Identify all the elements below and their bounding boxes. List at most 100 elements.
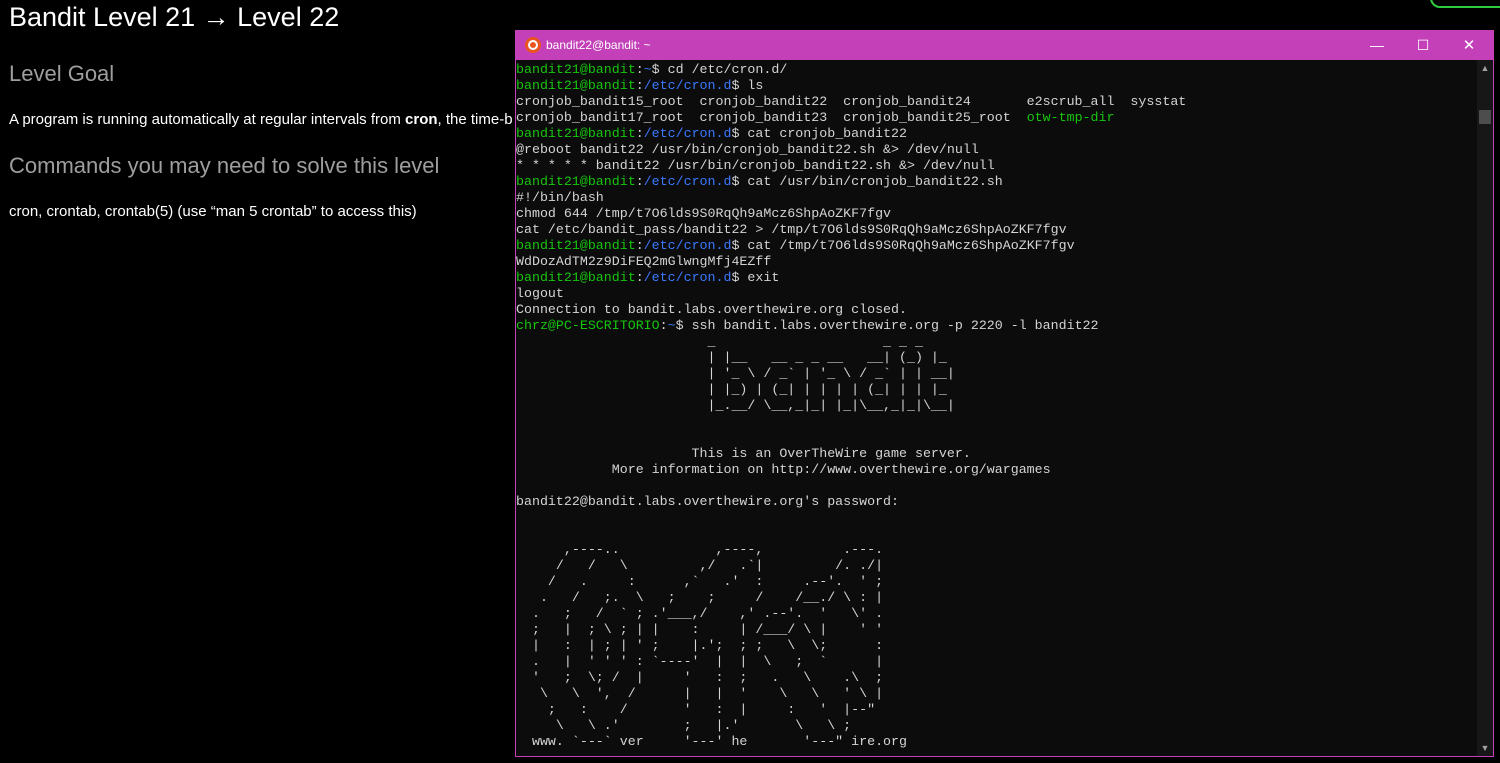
terminal-line: bandit22@bandit.labs.overthewire.org's p… xyxy=(516,494,1478,510)
terminal-line: #!/bin/bash xyxy=(516,190,1478,206)
prompt-path: /etc/cron.d xyxy=(643,126,732,141)
terminal-text: Connection to bandit.labs.overthewire.or… xyxy=(516,302,907,317)
corner-button[interactable] xyxy=(1430,0,1500,8)
minimize-button[interactable]: — xyxy=(1354,31,1400,60)
terminal-text: @reboot bandit22 /usr/bin/cronjob_bandit… xyxy=(516,142,979,157)
level-goal-text: A program is running automatically at re… xyxy=(9,111,515,128)
terminal-text: | |__ __ _ _ __ __| (_) |_ xyxy=(516,350,947,365)
terminal-text: $ cd /etc/cron.d/ xyxy=(651,62,788,77)
terminal-titlebar[interactable]: bandit22@bandit: ~ — ☐ ✕ xyxy=(516,31,1493,60)
terminal-text: * * * * * bandit22 /usr/bin/cronjob_band… xyxy=(516,158,995,173)
terminal-text: _ _ _ _ xyxy=(516,334,923,349)
terminal-line: * * * * * bandit22 /usr/bin/cronjob_band… xyxy=(516,158,1478,174)
terminal-text: $ cat cronjob_bandit22 xyxy=(731,126,908,141)
page-title: Bandit Level 21 → Level 22 xyxy=(9,2,340,32)
prompt-user-host: bandit21@bandit xyxy=(516,126,636,141)
prompt-user-host: chrz@PC-ESCRITORIO xyxy=(516,318,660,333)
terminal-text: $ ls xyxy=(731,78,764,93)
terminal-line: _ _ _ _ xyxy=(516,334,1478,350)
terminal-text: WdDozAdTM2z9DiFEQ2mGlwngMfj4EZff xyxy=(516,254,772,269)
terminal-line: \ \ ', / | | ' \ \ ' \ | xyxy=(516,686,1478,702)
prompt-user-host: bandit21@bandit xyxy=(516,78,636,93)
terminal-line: chrz@PC-ESCRITORIO:~$ ssh bandit.labs.ov… xyxy=(516,318,1478,334)
terminal-text: . / ;. \ ; ; / /__./ \ : | xyxy=(516,590,884,605)
terminal-line: cronjob_bandit15_root cronjob_bandit22 c… xyxy=(516,94,1478,110)
terminal-text: www. `---` ver '---' he '---" ire.org xyxy=(516,734,907,749)
terminal-line: / . : ,` .' : .--'. ' ; xyxy=(516,574,1478,590)
scroll-up-arrow-icon[interactable]: ▲ xyxy=(1477,60,1493,76)
scroll-down-arrow-icon[interactable]: ▼ xyxy=(1477,740,1493,756)
terminal-text: $ cat /tmp/t7O6lds9S0RqQh9aMcz6ShpAoZKF7… xyxy=(731,238,1075,253)
prompt-path: ~ xyxy=(667,318,676,333)
terminal-line: bandit21@bandit:/etc/cron.d$ cat /usr/bi… xyxy=(516,174,1478,190)
prompt-path: /etc/cron.d xyxy=(643,174,732,189)
terminal-line: ' ; \; / | ' : ; . \ .\ ; xyxy=(516,670,1478,686)
terminal-line: bandit21@bandit:/etc/cron.d$ cat /tmp/t7… xyxy=(516,238,1478,254)
terminal-text: ' ; \; / | ' : ; . \ .\ ; xyxy=(516,670,884,685)
terminal-text: $ cat /usr/bin/cronjob_bandit22.sh xyxy=(731,174,1003,189)
terminal-text: ; | ; \ ; | | : | /___/ \ | ' ' xyxy=(516,622,884,637)
terminal-line: cat /etc/bandit_pass/bandit22 > /tmp/t7O… xyxy=(516,222,1478,238)
terminal-line: cronjob_bandit17_root cronjob_bandit23 c… xyxy=(516,110,1478,126)
terminal-text: cat /etc/bandit_pass/bandit22 > /tmp/t7O… xyxy=(516,222,1067,237)
terminal-text: More information on http://www.overthewi… xyxy=(516,462,1051,477)
terminal-text: cronjob_bandit15_root cronjob_bandit22 c… xyxy=(516,94,1187,109)
terminal-text: \ \ ', / | | ' \ \ ' \ | xyxy=(516,686,884,701)
terminal-line: www. `---` ver '---' he '---" ire.org xyxy=(516,734,1478,750)
terminal-text: |_.__/ \__,_|_| |_|\__,_|_|\__| xyxy=(516,398,955,413)
terminal-text: ; : / ' : | : ' |--" xyxy=(516,702,876,717)
terminal-text: cronjob_bandit17_root cronjob_bandit23 c… xyxy=(516,110,1027,125)
terminal-text: ,----.. ,----, .---. xyxy=(516,542,884,557)
terminal-text: : xyxy=(635,62,644,77)
terminal-line: | |__ __ _ _ __ __| (_) |_ xyxy=(516,350,1478,366)
terminal-line: @reboot bandit22 /usr/bin/cronjob_bandit… xyxy=(516,142,1478,158)
terminal-text: : xyxy=(635,126,644,141)
window-title: bandit22@bandit: ~ xyxy=(546,38,651,52)
terminal-line: | '_ \ / _` | '_ \ / _` | | __| xyxy=(516,366,1478,382)
terminal-line: More information on http://www.overthewi… xyxy=(516,462,1478,478)
terminal-line: logout xyxy=(516,286,1478,302)
terminal-line: . / ;. \ ; ; / /__./ \ : | xyxy=(516,590,1478,606)
level-goal-heading: Level Goal xyxy=(9,61,115,86)
terminal-line: . | ' ' ' : `----' | | \ ; ` | xyxy=(516,654,1478,670)
commands-list: cron, crontab, crontab(5) (use “man 5 cr… xyxy=(9,203,417,220)
terminal-text: This is an OverTheWire game server. xyxy=(516,446,971,461)
terminal-text: : xyxy=(659,318,668,333)
terminal-text: : xyxy=(635,270,644,285)
terminal-line: ,----.. ,----, .---. xyxy=(516,542,1478,558)
terminal-text: / / \ ,/ .`| /. ./| xyxy=(516,558,884,573)
terminal-line: WdDozAdTM2z9DiFEQ2mGlwngMfj4EZff xyxy=(516,254,1478,270)
scrollbar-thumb[interactable] xyxy=(1479,110,1491,124)
cron-keyword: cron xyxy=(405,111,438,128)
prompt-path: /etc/cron.d xyxy=(643,270,732,285)
prompt-user-host: bandit21@bandit xyxy=(516,174,636,189)
goal-text-start: A program is running automatically at re… xyxy=(9,111,406,128)
terminal-window[interactable]: bandit22@bandit: ~ — ☐ ✕ bandit21@bandit… xyxy=(515,30,1494,757)
terminal-line: / / \ ,/ .`| /. ./| xyxy=(516,558,1478,574)
terminal-line: \ \ .' ; |.' \ \ ; xyxy=(516,718,1478,734)
terminal-line: | |_) | (_| | | | | (_| | | |_ xyxy=(516,382,1478,398)
terminal-scrollbar[interactable]: ▲ ▼ xyxy=(1477,60,1493,756)
terminal-text: $ ssh bandit.labs.overthewire.org -p 222… xyxy=(675,318,1099,333)
terminal-text: . | ' ' ' : `----' | | \ ; ` | xyxy=(516,654,884,669)
terminal-line: ; : / ' : | : ' |--" xyxy=(516,702,1478,718)
prompt-user-host: bandit21@bandit xyxy=(516,62,636,77)
terminal-line: Connection to bandit.labs.overthewire.or… xyxy=(516,302,1478,318)
terminal-output[interactable]: bandit21@bandit:~$ cd /etc/cron.d/bandit… xyxy=(516,62,1478,756)
close-button[interactable]: ✕ xyxy=(1446,31,1492,60)
terminal-text: logout xyxy=(516,286,564,301)
terminal-text: chmod 644 /tmp/t7O6lds9S0RqQh9aMcz6ShpAo… xyxy=(516,206,892,221)
terminal-line: | : | ; | ' ; |.'; ; ; \ \; : xyxy=(516,638,1478,654)
terminal-text: : xyxy=(635,238,644,253)
terminal-line: bandit21@bandit:/etc/cron.d$ ls xyxy=(516,78,1478,94)
prompt-user-host: bandit21@bandit xyxy=(516,270,636,285)
terminal-text: . ; / ` ; .'___,/ ,' .--'. ' \' . xyxy=(516,606,884,621)
goal-text-end: , the time-b xyxy=(437,111,513,128)
maximize-button[interactable]: ☐ xyxy=(1400,31,1446,60)
terminal-text: | |_) | (_| | | | | (_| | | |_ xyxy=(516,382,947,397)
terminal-text: | '_ \ / _` | '_ \ / _` | | __| xyxy=(516,366,955,381)
prompt-path: /etc/cron.d xyxy=(643,238,732,253)
